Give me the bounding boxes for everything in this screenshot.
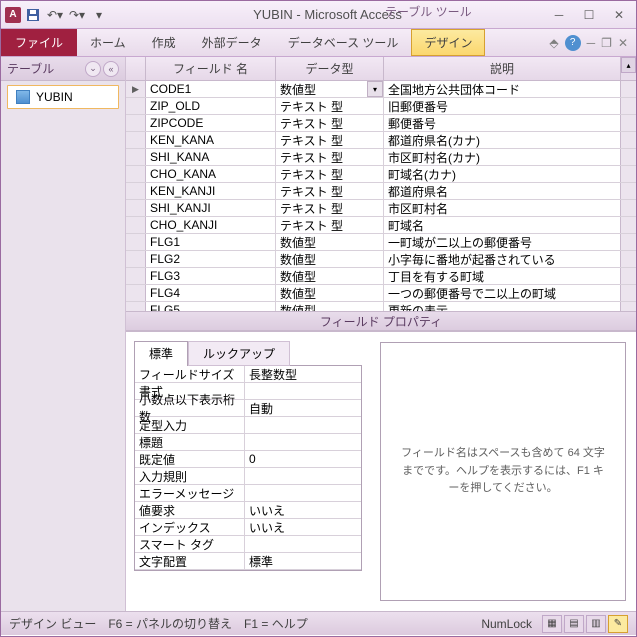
help-icon[interactable]: ?	[565, 35, 581, 51]
field-row[interactable]: ZIP_OLDテキスト 型旧郵便番号	[126, 98, 636, 115]
app-icon: A	[5, 7, 21, 23]
field-row[interactable]: FLG5数値型更新の表示	[126, 302, 636, 311]
property-row[interactable]: 小数点以下表示桁数自動	[135, 400, 361, 417]
property-row[interactable]: インデックスいいえ	[135, 519, 361, 536]
window-min-icon[interactable]: ─	[587, 36, 596, 50]
window-restore-icon[interactable]: ❐	[601, 36, 612, 50]
field-row[interactable]: KEN_KANAテキスト 型都道府県名(カナ)	[126, 132, 636, 149]
tab-general[interactable]: 標準	[134, 341, 188, 366]
minimize-button[interactable]: ─	[546, 5, 572, 25]
tab-home[interactable]: ホーム	[77, 29, 139, 56]
nav-pane: テーブル ⌄ « YUBIN	[1, 57, 126, 611]
tab-lookup[interactable]: ルックアップ	[188, 341, 290, 366]
property-row[interactable]: 標題	[135, 434, 361, 451]
field-row[interactable]: ▶CODE1数値型▾全国地方公共団体コード	[126, 81, 636, 98]
status-numlock: NumLock	[481, 617, 532, 631]
statusbar: デザイン ビュー F6 = パネルの切り替え F1 = ヘルプ NumLock …	[1, 611, 636, 635]
property-header: フィールド プロパティ	[126, 311, 636, 331]
tab-external[interactable]: 外部データ	[189, 29, 275, 56]
field-row[interactable]: SHI_KANAテキスト 型市区町村名(カナ)	[126, 149, 636, 166]
window-close-icon[interactable]: ✕	[618, 36, 628, 50]
tab-file[interactable]: ファイル	[1, 29, 77, 56]
property-row[interactable]: 文字配置標準	[135, 553, 361, 570]
close-button[interactable]: ✕	[606, 5, 632, 25]
view-datasheet[interactable]: ▦	[542, 615, 562, 633]
nav-item-label: YUBIN	[36, 90, 73, 104]
status-left: デザイン ビュー F6 = パネルの切り替え F1 = ヘルプ	[9, 615, 308, 632]
view-design[interactable]: ✎	[608, 615, 628, 633]
col-field[interactable]: フィールド 名	[146, 57, 276, 80]
col-type[interactable]: データ型	[276, 57, 384, 80]
nav-header-label: テーブル	[7, 60, 54, 77]
property-row[interactable]: 既定値0	[135, 451, 361, 468]
property-row[interactable]: 定型入力	[135, 417, 361, 434]
view-pivot[interactable]: ▤	[564, 615, 584, 633]
titlebar: A ↶▾ ↷▾ ▾ YUBIN - Microsoft Access テーブル …	[1, 1, 636, 29]
tab-dbtools[interactable]: データベース ツール	[275, 29, 412, 56]
field-row[interactable]: FLG2数値型小字毎に番地が起番されている	[126, 251, 636, 268]
col-desc[interactable]: 説明	[384, 57, 620, 80]
property-row[interactable]: 入力規則	[135, 468, 361, 485]
redo-icon[interactable]: ↷▾	[67, 5, 87, 25]
property-row[interactable]: スマート タグ	[135, 536, 361, 553]
property-row[interactable]: フィールドサイズ長整数型	[135, 366, 361, 383]
window-title: YUBIN - Microsoft Access	[109, 7, 546, 22]
maximize-button[interactable]: ☐	[576, 5, 602, 25]
field-row[interactable]: FLG3数値型丁目を有する町域	[126, 268, 636, 285]
table-icon	[16, 90, 30, 104]
nav-expand-icon[interactable]: ⌄	[85, 61, 101, 77]
field-row[interactable]: FLG1数値型一町域が二以上の郵便番号	[126, 234, 636, 251]
property-row[interactable]: エラーメッセージ	[135, 485, 361, 502]
grid-header: フィールド 名 データ型 説明 ▴	[126, 57, 636, 81]
tab-create[interactable]: 作成	[139, 29, 189, 56]
nav-collapse-icon[interactable]: «	[103, 61, 119, 77]
field-row[interactable]: KEN_KANJIテキスト 型都道府県名	[126, 183, 636, 200]
property-row[interactable]: 値要求いいえ	[135, 502, 361, 519]
save-icon[interactable]	[23, 5, 43, 25]
qat-customize-icon[interactable]: ▾	[89, 5, 109, 25]
field-grid[interactable]: ▶CODE1数値型▾全国地方公共団体コードZIP_OLDテキスト 型旧郵便番号Z…	[126, 81, 636, 311]
field-row[interactable]: CHO_KANAテキスト 型町域名(カナ)	[126, 166, 636, 183]
ribbon-minimize-icon[interactable]: ⬘	[549, 36, 558, 50]
context-tab-label: テーブル ツール	[385, 3, 472, 20]
help-text: フィールド名はスペースも含めて 64 文字までです。ヘルプを表示するには、F1 …	[380, 342, 626, 601]
nav-table-item[interactable]: YUBIN	[7, 85, 119, 109]
undo-icon[interactable]: ↶▾	[45, 5, 65, 25]
field-row[interactable]: SHI_KANJIテキスト 型市区町村名	[126, 200, 636, 217]
nav-header[interactable]: テーブル ⌄ «	[1, 57, 125, 81]
scroll-up-icon[interactable]: ▴	[621, 57, 636, 73]
view-chart[interactable]: ▥	[586, 615, 606, 633]
ribbon-tabs: ファイル ホーム 作成 外部データ データベース ツール デザイン ⬘ ? ─ …	[1, 29, 636, 57]
tab-design[interactable]: デザイン	[411, 29, 485, 56]
field-row[interactable]: ZIPCODEテキスト 型郵便番号	[126, 115, 636, 132]
dropdown-icon[interactable]: ▾	[367, 81, 383, 97]
field-row[interactable]: CHO_KANJIテキスト 型町域名	[126, 217, 636, 234]
property-sheet[interactable]: フィールドサイズ長整数型書式小数点以下表示桁数自動定型入力標題既定値0入力規則エ…	[134, 365, 362, 571]
field-row[interactable]: FLG4数値型一つの郵便番号で二以上の町域	[126, 285, 636, 302]
